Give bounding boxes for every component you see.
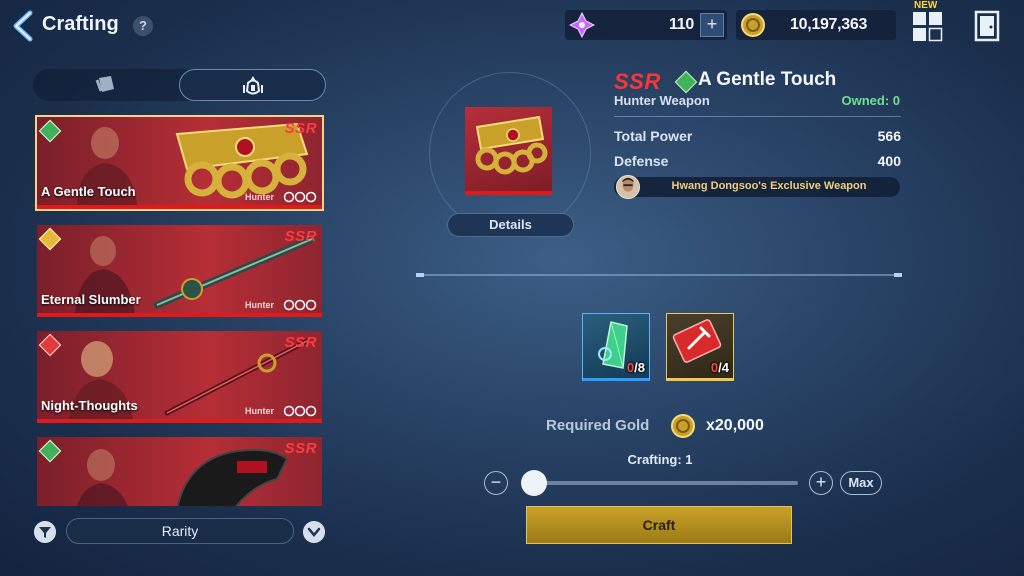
quantity-slider[interactable] xyxy=(530,481,798,485)
crafting-quantity-label: Crafting: 1 xyxy=(627,452,693,467)
gold-amount: 10,197,363 xyxy=(790,16,868,33)
avatar xyxy=(616,175,640,199)
weapon-class-tag: Hunter xyxy=(245,406,274,416)
rarity-label: SSR xyxy=(284,440,317,457)
brass-knuckles-icon xyxy=(475,115,548,175)
rank-icon xyxy=(283,191,317,203)
weapon-class-tag: Hunter xyxy=(245,192,274,202)
sort-order-icon[interactable] xyxy=(303,521,325,543)
gold-coin-icon xyxy=(671,414,695,438)
material-slot[interactable]: 0/8 xyxy=(582,313,650,381)
weapon-card-night-thoughts[interactable]: SSR Night-Thoughts Hunter xyxy=(37,331,322,423)
hunter-icon xyxy=(243,76,263,95)
rarity-label: SSR xyxy=(284,228,317,245)
weapon-name: Eternal Slumber xyxy=(41,292,141,307)
stat-value: 400 xyxy=(877,153,901,169)
gem-amount: 110 xyxy=(669,16,694,33)
craft-button[interactable]: Craft xyxy=(526,506,792,544)
exit-door-icon[interactable] xyxy=(972,10,1002,42)
exclusive-weapon-text: Hwang Dongsoo's Exclusive Weapon xyxy=(671,180,867,192)
rarity-label: SSR xyxy=(284,334,317,351)
rarity-label: SSR xyxy=(284,120,317,137)
add-gem-button[interactable]: + xyxy=(700,13,724,37)
section-divider xyxy=(416,273,902,277)
weapon-type: Hunter Weapon xyxy=(614,93,710,108)
menu-grid-icon[interactable] xyxy=(912,10,944,42)
details-button[interactable]: Details xyxy=(447,213,574,237)
tab-hunter-weapon[interactable] xyxy=(179,69,326,101)
gold-coin-icon xyxy=(741,13,765,37)
stat-value: 566 xyxy=(877,128,901,144)
weapon-class-tag: Hunter xyxy=(245,300,274,310)
filter-icon[interactable] xyxy=(34,521,56,543)
weapon-card-partial[interactable]: SSR xyxy=(37,437,322,506)
gem-icon xyxy=(569,12,595,38)
slider-thumb[interactable] xyxy=(521,470,547,496)
back-arrow-icon[interactable] xyxy=(8,10,38,42)
owned-count: Owned: 0 xyxy=(841,93,900,108)
gem-currency: 110 + xyxy=(565,10,727,40)
exclusive-weapon-banner: Hwang Dongsoo's Exclusive Weapon xyxy=(614,175,900,199)
sort-dropdown[interactable]: Rarity xyxy=(66,518,294,544)
page-title: Crafting xyxy=(42,13,119,35)
decrease-button[interactable]: − xyxy=(484,471,508,495)
required-gold-amount: x20,000 xyxy=(706,417,764,434)
weapon-card-a-gentle-touch[interactable]: SSR A Gentle Touch Hunter xyxy=(35,115,324,211)
required-gold-label: Required Gold xyxy=(546,417,650,434)
hunter-portrait-icon xyxy=(77,449,128,506)
weapon-card-eternal-slumber[interactable]: SSR Eternal Slumber Hunter xyxy=(37,225,322,317)
max-button[interactable]: Max xyxy=(840,471,882,495)
stat-label: Defense xyxy=(614,153,669,169)
rank-icon xyxy=(283,405,317,417)
weapon-title: A Gentle Touch xyxy=(698,69,837,90)
scroll-icon xyxy=(95,76,114,92)
increase-button[interactable]: + xyxy=(809,471,833,495)
material-count: 0/4 xyxy=(710,360,729,375)
material-count: 0/8 xyxy=(626,360,645,375)
material-slot[interactable]: 0/4 xyxy=(666,313,734,381)
help-icon[interactable]: ? xyxy=(133,16,153,36)
tab-blueprint[interactable] xyxy=(33,69,179,101)
category-tabs xyxy=(33,69,326,101)
rarity-label: SSR xyxy=(614,69,661,94)
rank-icon xyxy=(283,299,317,311)
info-divider xyxy=(614,116,901,117)
weapon-list: SSR A Gentle Touch Hunter SSR Eternal Sl… xyxy=(33,114,326,506)
stat-label: Total Power xyxy=(614,128,693,144)
weapon-preview xyxy=(465,107,552,195)
gold-currency: 10,197,363 xyxy=(736,10,896,40)
element-badge-icon xyxy=(674,70,698,94)
weapon-name: Night-Thoughts xyxy=(41,398,138,413)
weapon-name: A Gentle Touch xyxy=(41,184,136,199)
